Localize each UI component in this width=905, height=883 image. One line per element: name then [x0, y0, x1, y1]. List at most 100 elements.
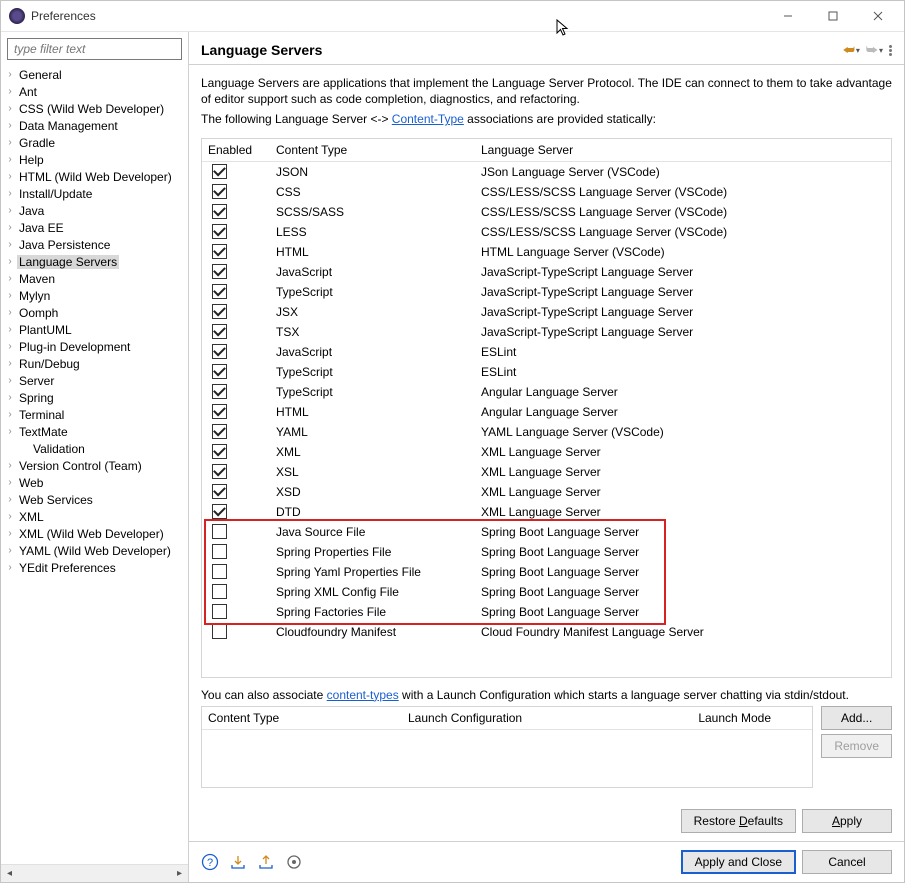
chevron-right-icon[interactable]: ›	[3, 494, 17, 505]
tree-item-plantuml[interactable]: ›PlantUML	[3, 321, 188, 338]
tree-item-css-wild-web-developer[interactable]: ›CSS (Wild Web Developer)	[3, 100, 188, 117]
table-row[interactable]: Spring XML Config FileSpring Boot Langua…	[202, 582, 891, 602]
enabled-checkbox[interactable]	[212, 404, 227, 419]
content-types-link[interactable]: content-types	[327, 688, 399, 702]
enabled-checkbox[interactable]	[212, 224, 227, 239]
enabled-checkbox[interactable]	[212, 424, 227, 439]
tree-item-xml-wild-web-developer[interactable]: ›XML (Wild Web Developer)	[3, 525, 188, 542]
th-enabled[interactable]: Enabled	[202, 143, 270, 157]
enabled-checkbox[interactable]	[212, 324, 227, 339]
chevron-right-icon[interactable]: ›	[3, 239, 17, 250]
tree-item-install-update[interactable]: ›Install/Update	[3, 185, 188, 202]
chevron-right-icon[interactable]: ›	[3, 69, 17, 80]
chevron-right-icon[interactable]: ›	[3, 375, 17, 386]
filter-box[interactable]	[7, 38, 182, 60]
table-row[interactable]: XSLXML Language Server	[202, 462, 891, 482]
enabled-checkbox[interactable]	[212, 384, 227, 399]
enabled-checkbox[interactable]	[212, 564, 227, 579]
chevron-right-icon[interactable]: ›	[3, 273, 17, 284]
scroll-right-icon[interactable]: ▸	[171, 865, 188, 882]
th-language-server[interactable]: Language Server	[475, 143, 891, 157]
enabled-checkbox[interactable]	[212, 464, 227, 479]
table-row[interactable]: YAMLYAML Language Server (VSCode)	[202, 422, 891, 442]
tree-item-oomph[interactable]: ›Oomph	[3, 304, 188, 321]
enabled-checkbox[interactable]	[212, 184, 227, 199]
oomph-icon[interactable]	[285, 853, 303, 871]
chevron-right-icon[interactable]: ›	[3, 120, 17, 131]
enabled-checkbox[interactable]	[212, 204, 227, 219]
th-content-type[interactable]: Content Type	[270, 143, 475, 157]
enabled-checkbox[interactable]	[212, 524, 227, 539]
chevron-right-icon[interactable]: ›	[3, 137, 17, 148]
table-row[interactable]: XMLXML Language Server	[202, 442, 891, 462]
th2-launch-mode[interactable]: Launch Mode	[692, 711, 812, 725]
enabled-checkbox[interactable]	[212, 284, 227, 299]
tree-item-html-wild-web-developer[interactable]: ›HTML (Wild Web Developer)	[3, 168, 188, 185]
table-row[interactable]: TypeScriptESLint	[202, 362, 891, 382]
tree-item-data-management[interactable]: ›Data Management	[3, 117, 188, 134]
chevron-right-icon[interactable]: ›	[3, 477, 17, 488]
table-row[interactable]: JSONJSon Language Server (VSCode)	[202, 162, 891, 182]
tree-item-java[interactable]: ›Java	[3, 202, 188, 219]
tree-item-validation[interactable]: Validation	[3, 440, 188, 457]
table-row[interactable]: SCSS/SASSCSS/LESS/SCSS Language Server (…	[202, 202, 891, 222]
tree-item-ant[interactable]: ›Ant	[3, 83, 188, 100]
tree-item-version-control-team[interactable]: ›Version Control (Team)	[3, 457, 188, 474]
enabled-checkbox[interactable]	[212, 304, 227, 319]
forward-button[interactable]: ⮩▾	[866, 42, 883, 58]
chevron-right-icon[interactable]: ›	[3, 205, 17, 216]
chevron-right-icon[interactable]: ›	[3, 341, 17, 352]
table-row[interactable]: JSXJavaScript-TypeScript Language Server	[202, 302, 891, 322]
table-row[interactable]: Spring Properties FileSpring Boot Langua…	[202, 542, 891, 562]
table-row[interactable]: XSDXML Language Server	[202, 482, 891, 502]
preferences-tree[interactable]: ›General›Ant›CSS (Wild Web Developer)›Da…	[1, 66, 188, 864]
tree-item-help[interactable]: ›Help	[3, 151, 188, 168]
chevron-right-icon[interactable]: ›	[3, 528, 17, 539]
table-row[interactable]: JavaScriptJavaScript-TypeScript Language…	[202, 262, 891, 282]
tree-item-server[interactable]: ›Server	[3, 372, 188, 389]
enabled-checkbox[interactable]	[212, 484, 227, 499]
chevron-right-icon[interactable]: ›	[3, 154, 17, 165]
tree-item-yaml-wild-web-developer[interactable]: ›YAML (Wild Web Developer)	[3, 542, 188, 559]
cancel-button[interactable]: Cancel	[802, 850, 892, 874]
tree-item-mylyn[interactable]: ›Mylyn	[3, 287, 188, 304]
enabled-checkbox[interactable]	[212, 264, 227, 279]
th2-launch-config[interactable]: Launch Configuration	[402, 711, 692, 725]
filter-input[interactable]	[12, 41, 177, 57]
table-row[interactable]: CSSCSS/LESS/SCSS Language Server (VSCode…	[202, 182, 891, 202]
tree-item-web-services[interactable]: ›Web Services	[3, 491, 188, 508]
help-icon[interactable]: ?	[201, 853, 219, 871]
chevron-right-icon[interactable]: ›	[3, 256, 17, 267]
add-button[interactable]: Add...	[821, 706, 892, 730]
scroll-left-icon[interactable]: ◂	[1, 865, 18, 882]
enabled-checkbox[interactable]	[212, 624, 227, 639]
scroll-track[interactable]	[18, 865, 171, 882]
chevron-right-icon[interactable]: ›	[3, 562, 17, 573]
enabled-checkbox[interactable]	[212, 544, 227, 559]
chevron-right-icon[interactable]: ›	[3, 171, 17, 182]
enabled-checkbox[interactable]	[212, 344, 227, 359]
tree-item-maven[interactable]: ›Maven	[3, 270, 188, 287]
chevron-right-icon[interactable]: ›	[3, 307, 17, 318]
table-row[interactable]: Spring Factories FileSpring Boot Languag…	[202, 602, 891, 622]
chevron-right-icon[interactable]: ›	[3, 409, 17, 420]
chevron-right-icon[interactable]: ›	[3, 188, 17, 199]
chevron-right-icon[interactable]: ›	[3, 358, 17, 369]
table-row[interactable]: HTMLHTML Language Server (VSCode)	[202, 242, 891, 262]
enabled-checkbox[interactable]	[212, 244, 227, 259]
chevron-right-icon[interactable]: ›	[3, 392, 17, 403]
tree-item-xml[interactable]: ›XML	[3, 508, 188, 525]
tree-item-yedit-preferences[interactable]: ›YEdit Preferences	[3, 559, 188, 576]
minimize-button[interactable]	[765, 2, 810, 30]
chevron-right-icon[interactable]: ›	[3, 86, 17, 97]
horizontal-scrollbar[interactable]: ◂ ▸	[1, 864, 188, 882]
table-row[interactable]: Spring Yaml Properties FileSpring Boot L…	[202, 562, 891, 582]
th2-content-type[interactable]: Content Type	[202, 711, 402, 725]
chevron-right-icon[interactable]: ›	[3, 324, 17, 335]
back-button[interactable]: ⮨▾	[843, 42, 860, 58]
tree-item-java-ee[interactable]: ›Java EE	[3, 219, 188, 236]
chevron-right-icon[interactable]: ›	[3, 290, 17, 301]
enabled-checkbox[interactable]	[212, 364, 227, 379]
apply-and-close-button[interactable]: Apply and Close	[681, 850, 796, 874]
content-type-link[interactable]: Content-Type	[392, 112, 464, 126]
